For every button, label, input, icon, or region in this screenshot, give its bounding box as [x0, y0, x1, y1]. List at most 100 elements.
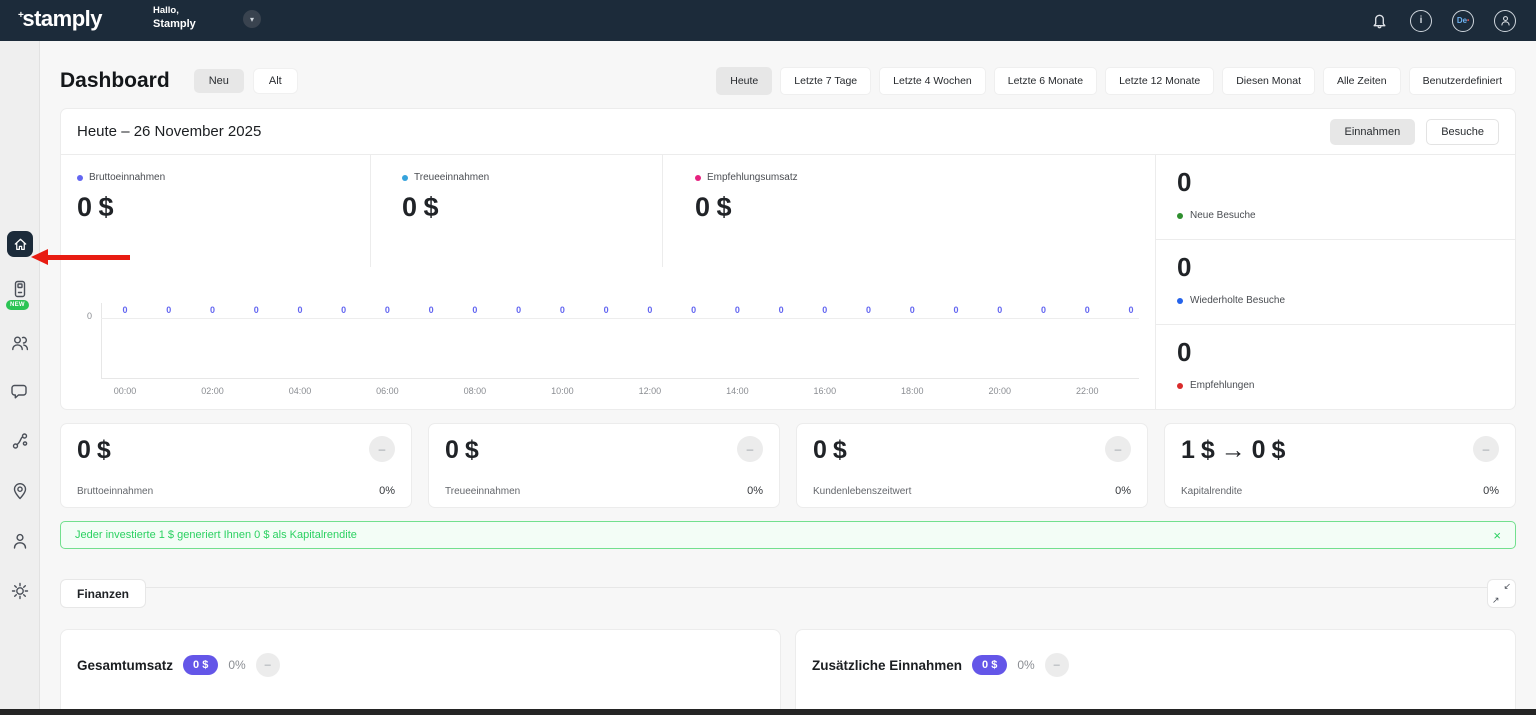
language-de-icon: De [1457, 16, 1467, 25]
chart-metrics: Bruttoeinnahmen 0 $ Treueeinnahmen 0 $ E… [61, 155, 1155, 267]
metric-empfehlungsumsatz: Empfehlungsumsatz 0 $ [663, 155, 1155, 267]
range-letzte-6-monate[interactable]: Letzte 6 Monate [994, 67, 1097, 95]
x-axis-tick: 02:00 [201, 386, 224, 396]
visits-panel: 0 Neue Besuche 0 Wiederholte Besuche 0 E… [1155, 155, 1515, 409]
zusaetzliche-einnahmen-card: Zusätzliche Einnahmen 0 $ 0% – [795, 629, 1516, 715]
kpi-label: Kapitalrendite [1181, 486, 1242, 497]
x-axis-tick: 18:00 [901, 386, 924, 396]
tab-besuche[interactable]: Besuche [1426, 119, 1499, 145]
chart-point-label: 0 [910, 305, 915, 315]
x-axis-tick: 06:00 [376, 386, 399, 396]
sidebar-item-pos-terminal[interactable] [10, 279, 30, 299]
trend-neutral-icon: – [369, 436, 395, 462]
sidebar-item-flows[interactable] [10, 431, 30, 451]
chart-point-label: 0 [210, 305, 215, 315]
sidebar-item-messages[interactable] [10, 382, 30, 402]
chart-point-label: 0 [341, 305, 346, 315]
range-diesen-monat[interactable]: Diesen Monat [1222, 67, 1315, 95]
sidebar-item-settings[interactable] [10, 581, 30, 601]
kpi-row: 0 $– Bruttoeinnahmen0% 0 $– Treueeinnahm… [60, 423, 1516, 508]
stat-value: 0 [1177, 167, 1515, 198]
topbar: +stamply Hallo, Stamply ▾ i De• [0, 0, 1536, 41]
sidebar-item-account[interactable] [10, 531, 30, 551]
user-icon [1499, 14, 1512, 27]
info-button[interactable]: i [1410, 10, 1432, 32]
legend-dot-icon [77, 175, 83, 181]
tab-finanzen[interactable]: Finanzen [60, 579, 146, 608]
kpi-treueeinnahmen: 0 $– Treueeinnahmen0% [428, 423, 780, 508]
range-letzte-7-tage[interactable]: Letzte 7 Tage [780, 67, 871, 95]
logo-spark-icon: + [18, 10, 23, 21]
trend-neutral-icon: – [1473, 436, 1499, 462]
page-header: Dashboard Neu Alt Heute Letzte 7 Tage Le… [60, 68, 1516, 94]
chart-point-label: 0 [1041, 305, 1046, 315]
tab-einnahmen[interactable]: Einnahmen [1330, 119, 1416, 145]
kpi-value: 0 $ [445, 436, 478, 465]
range-benutzerdefiniert[interactable]: Benutzerdefiniert [1409, 67, 1516, 95]
overview-card: Heute – 26 November 2025 Einnahmen Besuc… [60, 108, 1516, 410]
kpi-value: 0 $ [77, 436, 110, 465]
chart-point-label: 0 [472, 305, 477, 315]
kpi-bruttoeinnahmen: 0 $– Bruttoeinnahmen0% [60, 423, 412, 508]
stat-value: 0 [1177, 252, 1515, 283]
overview-body: Bruttoeinnahmen 0 $ Treueeinnahmen 0 $ E… [61, 155, 1515, 409]
view-toggle-neu[interactable]: Neu [194, 69, 244, 93]
bell-icon [1370, 11, 1389, 30]
metric-value: 0 $ [77, 192, 370, 223]
profile-button[interactable] [1494, 10, 1516, 32]
chevron-down-icon: ▾ [250, 15, 254, 24]
collapse-arrow-icon: ↙ [1503, 581, 1511, 592]
chat-icon [10, 382, 30, 402]
users-icon [10, 333, 30, 353]
overview-tabs: Einnahmen Besuche [1330, 119, 1499, 145]
account-dropdown-button[interactable]: ▾ [243, 10, 261, 28]
stat-neue-besuche: 0 Neue Besuche [1156, 155, 1515, 240]
kpi-kapitalrendite: 1 $ → 0 $– Kapitalrendite0% [1164, 423, 1516, 508]
stamply-logo[interactable]: +stamply [18, 6, 102, 32]
pos-terminal-icon [10, 279, 30, 299]
x-axis-tick: 10:00 [551, 386, 574, 396]
trend-neutral-icon: – [1045, 653, 1069, 677]
person-icon [10, 531, 30, 551]
stat-wiederholte-besuche: 0 Wiederholte Besuche [1156, 240, 1515, 325]
x-axis-tick: 22:00 [1076, 386, 1099, 396]
stat-value: 0 [1177, 337, 1515, 368]
legend-dot-icon [1177, 383, 1183, 389]
section-divider [146, 587, 1487, 588]
language-button[interactable]: De• [1452, 10, 1474, 32]
stat-label: Empfehlungen [1190, 380, 1255, 391]
range-letzte-4-wochen[interactable]: Letzte 4 Wochen [879, 67, 986, 95]
kpi-percent: 0% [1483, 485, 1499, 497]
flow-branch-icon [10, 431, 30, 451]
notifications-button[interactable] [1368, 10, 1390, 32]
trend-neutral-icon: – [256, 653, 280, 677]
collapse-section-button[interactable]: ↙ ↗ [1487, 579, 1516, 608]
window-bottom-edge [0, 709, 1536, 715]
metric-treueeinnahmen: Treueeinnahmen 0 $ [371, 155, 663, 267]
value-pill: 0 $ [972, 655, 1007, 675]
sidebar-item-locations[interactable] [10, 481, 30, 501]
sidebar-item-home[interactable] [7, 231, 33, 257]
metric-label: Empfehlungsumsatz [707, 172, 798, 183]
x-axis-tick-labels: 00:0002:0004:0006:0008:0010:0012:0014:00… [125, 386, 1131, 398]
overview-title: Heute – 26 November 2025 [77, 123, 261, 140]
metric-value: 0 $ [402, 192, 662, 223]
chart-point-label: 0 [166, 305, 171, 315]
chart-point-label: 0 [604, 305, 609, 315]
view-toggle-alt[interactable]: Alt [254, 69, 297, 93]
finance-cards-row: Gesamtumsatz 0 $ 0% – Zusätzliche Einnah… [60, 629, 1516, 715]
gear-icon [10, 581, 30, 601]
range-alle-zeiten[interactable]: Alle Zeiten [1323, 67, 1401, 95]
collapse-arrow-icon: ↗ [1492, 595, 1500, 606]
chart-point-label: 0 [122, 305, 127, 315]
chart-point-label: 0 [779, 305, 784, 315]
chart-point-label: 0 [866, 305, 871, 315]
sidebar-item-customers[interactable] [10, 333, 30, 353]
chart-point-labels: 000000000000000000000000 [125, 305, 1131, 315]
range-letzte-12-monate[interactable]: Letzte 12 Monate [1105, 67, 1214, 95]
close-icon[interactable]: × [1493, 529, 1501, 542]
chart-point-label: 0 [560, 305, 565, 315]
value-pill: 0 $ [183, 655, 218, 675]
metric-label: Bruttoeinnahmen [89, 172, 165, 183]
range-heute[interactable]: Heute [716, 67, 772, 95]
